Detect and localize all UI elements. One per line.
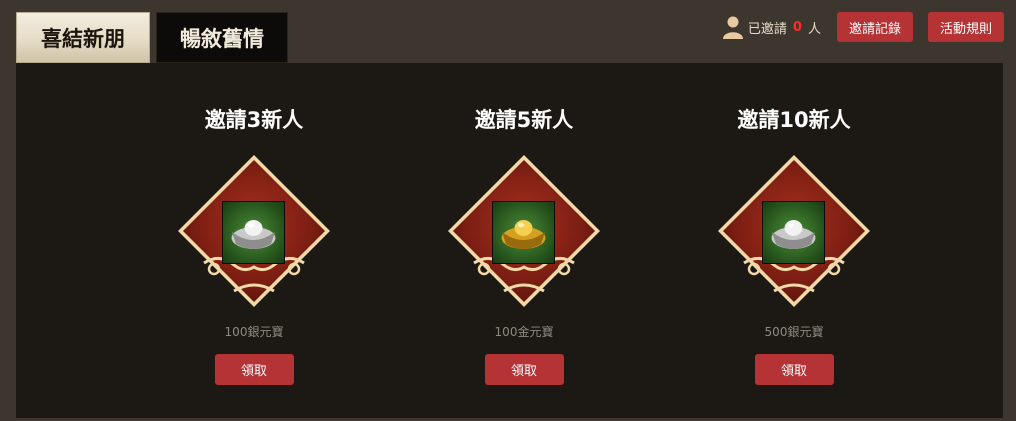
reward-title: 邀請10新人 bbox=[737, 108, 851, 132]
invite-status: 已邀請 0 人 bbox=[722, 15, 821, 39]
reward-item-name: 100金元寶 bbox=[494, 325, 554, 339]
claim-button[interactable]: 領取 bbox=[484, 354, 564, 385]
reward-title: 邀請5新人 bbox=[474, 108, 574, 132]
silver-ingot-icon bbox=[762, 201, 825, 264]
header-actions: 已邀請 0 人 邀請記錄 活動規則 bbox=[722, 12, 1004, 42]
reward-frame bbox=[174, 151, 334, 311]
reward-panel: 邀請3新人 100銀元寶 領取 邀請5新人 100金元寶 領取 邀請10新人 5… bbox=[16, 63, 1003, 418]
reward-card: 邀請10新人 500銀元寶 領取 bbox=[694, 63, 894, 385]
reward-card: 邀請5新人 100金元寶 領取 bbox=[424, 63, 624, 385]
invited-suffix: 人 bbox=[807, 21, 821, 37]
tab-bar: 喜結新朋 暢敘舊情 bbox=[16, 12, 288, 63]
silver-ingot-icon bbox=[222, 201, 285, 264]
tab-old-friends[interactable]: 暢敘舊情 bbox=[156, 12, 288, 63]
reward-card: 邀請3新人 100銀元寶 領取 bbox=[154, 63, 354, 385]
claim-button[interactable]: 領取 bbox=[214, 354, 294, 385]
invited-count: 0 bbox=[792, 19, 802, 35]
claim-button[interactable]: 領取 bbox=[754, 354, 834, 385]
tab-new-friends[interactable]: 喜結新朋 bbox=[16, 12, 150, 63]
gold-ingot-icon bbox=[492, 201, 555, 264]
user-icon bbox=[722, 16, 743, 39]
reward-frame bbox=[444, 151, 604, 311]
reward-frame bbox=[714, 151, 874, 311]
reward-title: 邀請3新人 bbox=[204, 108, 304, 132]
invite-record-button[interactable]: 邀請記錄 bbox=[836, 12, 913, 42]
invited-prefix: 已邀請 bbox=[747, 21, 787, 37]
reward-item-name: 100銀元寶 bbox=[224, 325, 284, 339]
activity-rules-button[interactable]: 活動規則 bbox=[927, 12, 1004, 42]
reward-item-name: 500銀元寶 bbox=[764, 325, 824, 339]
